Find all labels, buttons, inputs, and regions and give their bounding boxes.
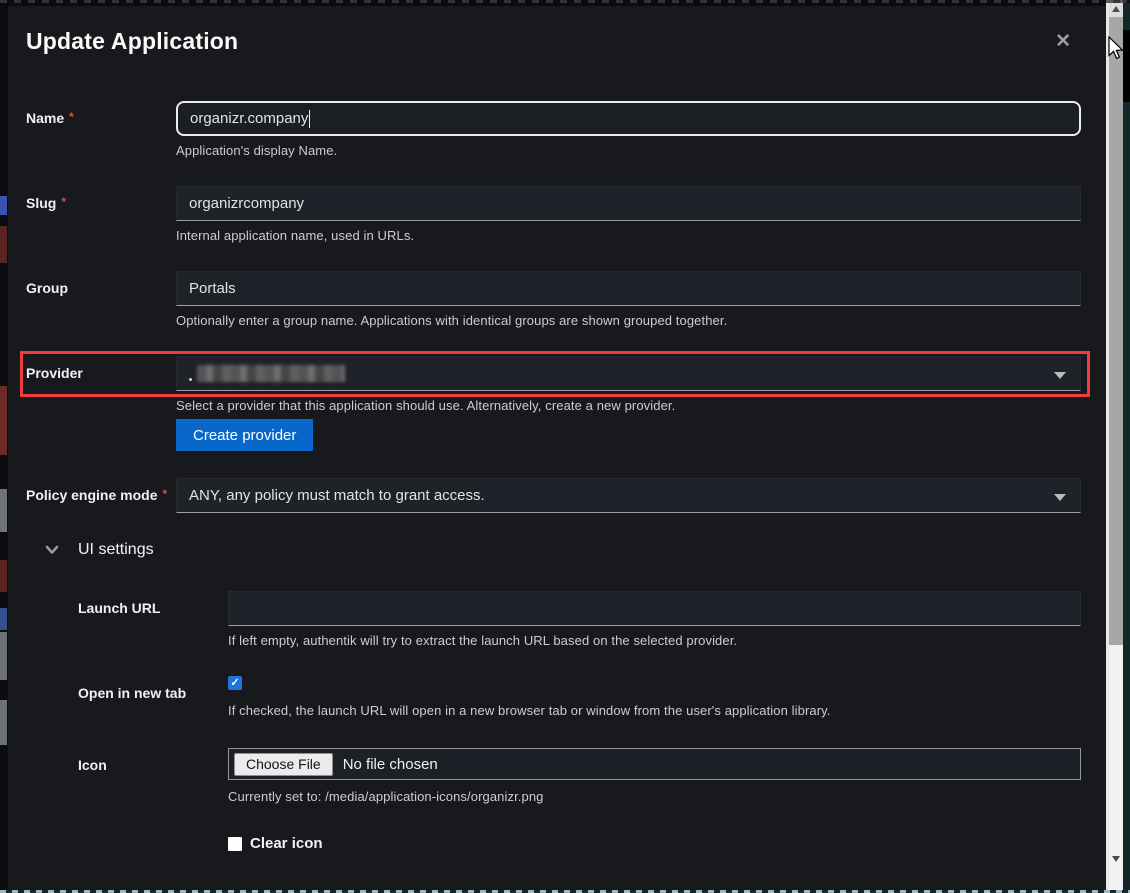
required-asterisk: * — [61, 195, 66, 209]
name-label: Name* — [26, 101, 176, 158]
screenshot-border — [0, 0, 1130, 3]
update-application-modal: Update Application ✕ Name* organizr.comp… — [8, 6, 1106, 893]
provider-help-text: Select a provider that this application … — [176, 398, 1081, 413]
launch-url-help-text: If left empty, authentik will try to ext… — [228, 633, 1081, 648]
arrow-up-icon — [1112, 6, 1120, 12]
slug-help-text: Internal application name, used in URLs. — [176, 228, 1081, 243]
dropdown-caret-icon — [1054, 372, 1066, 379]
icon-label: Icon — [78, 748, 228, 852]
dropdown-caret-icon — [1054, 494, 1066, 501]
choose-file-button[interactable]: Choose File — [234, 753, 333, 776]
screen-background: Update Application ✕ Name* organizr.comp… — [0, 0, 1130, 893]
create-provider-button[interactable]: Create provider — [176, 419, 313, 451]
clear-icon-label: Clear icon — [250, 835, 323, 852]
modal-title: Update Application — [26, 28, 238, 55]
scrollbar-thumb[interactable] — [1109, 17, 1123, 645]
text-caret — [309, 110, 310, 128]
clear-icon-checkbox[interactable] — [228, 837, 242, 851]
chevron-down-icon — [45, 545, 59, 555]
scrollbar-track[interactable] — [1109, 0, 1123, 893]
page-edge-notch — [1123, 30, 1130, 102]
background-peek — [0, 700, 7, 745]
icon-file-input[interactable]: Choose File No file chosen — [228, 748, 1081, 780]
group-help-text: Optionally enter a group name. Applicati… — [176, 313, 1081, 328]
required-asterisk: * — [162, 487, 167, 501]
provider-field-row: Provider Select a provider that this app… — [26, 356, 1081, 451]
redacted-dot — [189, 378, 192, 381]
name-help-text: Application's display Name. — [176, 143, 1081, 158]
open-in-new-tab-row: Open in new tab ✓ If checked, the launch… — [26, 676, 1081, 718]
background-peek — [0, 608, 7, 630]
icon-field-row: Icon Choose File No file chosen Currentl… — [26, 748, 1081, 852]
slug-input[interactable]: organizrcompany — [176, 186, 1081, 221]
background-peek — [0, 489, 7, 532]
policy-engine-mode-select[interactable]: ANY, any policy must match to grant acce… — [176, 478, 1081, 513]
slug-field-row: Slug* organizrcompany Internal applicati… — [26, 186, 1081, 243]
group-field-row: Group Portals Optionally enter a group n… — [26, 271, 1081, 328]
open-in-new-tab-help-text: If checked, the launch URL will open in … — [228, 703, 1081, 718]
background-peek — [0, 196, 7, 215]
background-peek — [0, 560, 7, 592]
provider-select[interactable] — [176, 356, 1081, 391]
background-peek — [0, 226, 7, 263]
policy-engine-mode-row: Policy engine mode* ANY, any policy must… — [26, 478, 1081, 513]
background-peek — [0, 632, 7, 680]
provider-label: Provider — [26, 356, 176, 451]
page-edge-strip — [1123, 0, 1130, 893]
slug-label: Slug* — [26, 186, 176, 243]
ui-settings-expander[interactable]: UI settings — [45, 541, 1081, 559]
launch-url-input[interactable] — [228, 591, 1081, 626]
open-in-new-tab-checkbox[interactable]: ✓ — [228, 676, 242, 690]
arrow-down-icon[interactable] — [1112, 856, 1120, 862]
ui-settings-section-label: UI settings — [78, 541, 154, 559]
close-icon[interactable]: ✕ — [1045, 28, 1081, 55]
background-peek — [0, 386, 7, 455]
no-file-chosen-text: No file chosen — [343, 756, 438, 773]
clear-icon-row: Clear icon — [228, 835, 1081, 852]
launch-url-label: Launch URL — [78, 591, 228, 648]
open-in-new-tab-label: Open in new tab — [78, 676, 228, 718]
modal-header: Update Application ✕ — [26, 28, 1081, 55]
provider-redacted-value — [197, 365, 345, 382]
name-field-row: Name* organizr.company Application's dis… — [26, 101, 1081, 158]
launch-url-row: Launch URL If left empty, authentik will… — [26, 591, 1081, 648]
group-label: Group — [26, 271, 176, 328]
policy-engine-mode-label: Policy engine mode* — [26, 478, 176, 513]
icon-current-help-text: Currently set to: /media/application-ico… — [228, 789, 1081, 804]
required-asterisk: * — [69, 110, 74, 124]
group-input[interactable]: Portals — [176, 271, 1081, 306]
checkmark-icon: ✓ — [230, 678, 239, 689]
name-input[interactable]: organizr.company — [176, 101, 1081, 136]
